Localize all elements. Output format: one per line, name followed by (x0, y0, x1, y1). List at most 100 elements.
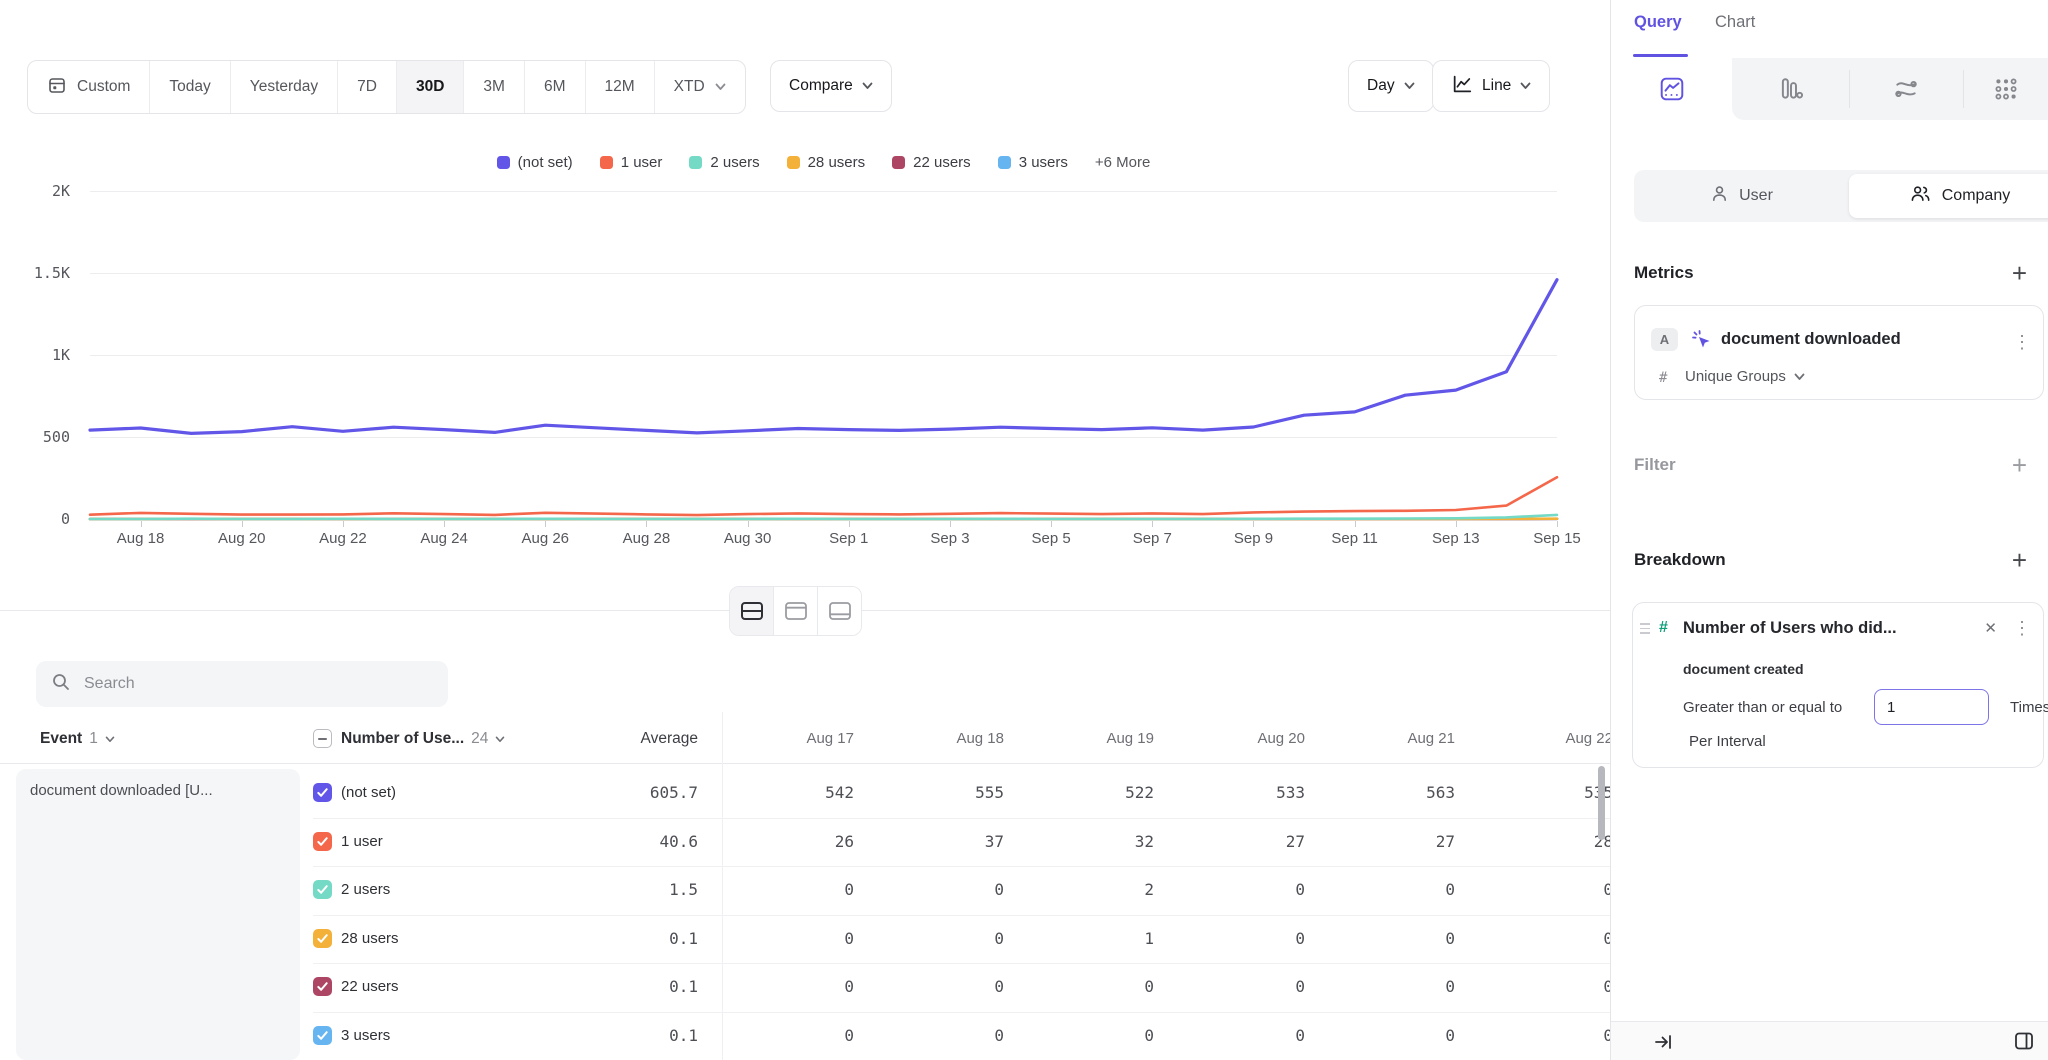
average-cell: 1.5 (558, 866, 698, 914)
value-cell: 0 (1014, 963, 1154, 1011)
table-row[interactable]: 1 user40.6263732272728 (0, 818, 1610, 866)
table-only-view-button[interactable] (817, 587, 861, 635)
y-tick-label: 1.5K (0, 263, 70, 283)
breakdown-value-input[interactable] (1874, 689, 1989, 725)
line-chart-type-button[interactable] (1611, 58, 1732, 120)
value-cell: 1 (1014, 915, 1154, 963)
average-cell: 0.1 (558, 915, 698, 963)
add-metric-button[interactable]: + (2012, 260, 2027, 286)
event-column-header[interactable]: Event 1 (40, 715, 115, 763)
range-button-xtd[interactable]: XTD (654, 61, 745, 113)
legend-item[interactable]: 1 user (600, 154, 663, 171)
x-tick-label: Sep 13 (1411, 530, 1501, 547)
range-button-12m[interactable]: 12M (585, 61, 654, 113)
legend-item[interactable]: 28 users (787, 154, 866, 171)
breakdown-card[interactable]: # Number of Users who did... ✕ ⋮ documen… (1632, 602, 2044, 768)
range-button-7d[interactable]: 7D (337, 61, 396, 113)
chart-only-view-button[interactable] (773, 587, 817, 635)
metrics-section-title: Metrics (1634, 263, 1694, 283)
legend-more-button[interactable]: +6 More (1095, 154, 1150, 171)
range-button-3m[interactable]: 3M (463, 61, 524, 113)
bar-chart-type-button[interactable] (1732, 58, 1849, 120)
value-cell: 26 (714, 818, 854, 866)
average-cell: 605.7 (558, 769, 698, 817)
value-cell: 32 (1014, 818, 1154, 866)
series-checkbox[interactable] (313, 1026, 332, 1045)
series-checkbox[interactable] (313, 880, 332, 899)
value-cell: 522 (1014, 769, 1154, 817)
select-all-checkbox[interactable] (313, 729, 332, 748)
value-cell: 0 (1473, 915, 1610, 963)
legend-label: 28 users (808, 154, 866, 171)
legend-item[interactable]: (not set) (497, 154, 573, 171)
series-checkbox[interactable] (313, 977, 332, 996)
aggregation-symbol: # (1659, 370, 1667, 386)
metric-menu-button[interactable]: ⋮ (2013, 332, 2031, 352)
legend-item[interactable]: 2 users (689, 154, 759, 171)
drag-handle-icon[interactable] (1640, 623, 1650, 634)
chart-type-button[interactable]: Line (1432, 60, 1550, 112)
table-row[interactable]: 3 users0.1000000 (0, 1012, 1610, 1060)
legend-swatch (787, 156, 800, 169)
flow-chart-type-button[interactable] (1849, 58, 1963, 120)
value-cell: 0 (1165, 1012, 1305, 1060)
table-row[interactable]: (not set)605.7542555522533563535 (0, 769, 1610, 817)
tab-query[interactable]: Query (1634, 13, 1682, 32)
date-column-header: Aug 21 (1315, 715, 1455, 763)
range-button-30d[interactable]: 30D (396, 61, 463, 113)
legend-label: 1 user (621, 154, 663, 171)
value-cell: 27 (1315, 818, 1455, 866)
range-button-yesterday[interactable]: Yesterday (230, 61, 337, 113)
side-panel-icon[interactable] (2013, 1030, 2035, 1057)
breakdown-menu-button[interactable]: ⋮ (2013, 618, 2031, 638)
date-column-header: Aug 18 (864, 715, 1004, 763)
value-cell: 27 (1165, 818, 1305, 866)
date-column-header: Aug 19 (1014, 715, 1154, 763)
x-tick-label: Sep 11 (1310, 530, 1400, 547)
metric-card[interactable]: A document downloaded ⋮ # Unique Groups (1634, 305, 2044, 400)
interval-button[interactable]: Day (1348, 60, 1434, 112)
value-cell: 542 (714, 769, 854, 817)
search-box (36, 661, 448, 707)
metric-event-name[interactable]: document downloaded (1721, 330, 1901, 349)
series-line (90, 477, 1557, 515)
matrix-chart-type-button[interactable] (1963, 58, 2048, 120)
group-column-header[interactable]: Number of Use... 24 (341, 715, 505, 763)
y-tick-label: 2K (0, 181, 70, 201)
breakdown-title: Number of Users who did... (1683, 619, 1897, 638)
table-row[interactable]: 2 users1.5002000 (0, 866, 1610, 914)
series-checkbox[interactable] (313, 783, 332, 802)
scope-company-label: Company (1942, 187, 2010, 205)
aggregation-label: Unique Groups (1685, 368, 1786, 385)
legend-item[interactable]: 22 users (892, 154, 971, 171)
compare-button[interactable]: Compare (770, 60, 892, 112)
range-button-custom[interactable]: Custom (28, 61, 149, 113)
scope-company-option[interactable]: Company (1849, 174, 2048, 218)
search-input[interactable] (82, 674, 433, 694)
line-chart[interactable] (90, 188, 1557, 522)
legend-swatch (497, 156, 510, 169)
breakdown-condition-label: Greater than or equal to (1683, 699, 1842, 716)
split-view-button[interactable] (730, 587, 773, 635)
table-row[interactable]: 28 users0.1001000 (0, 915, 1610, 963)
close-icon[interactable]: ✕ (1984, 619, 1997, 637)
panel-footer (1611, 1021, 2048, 1060)
add-filter-button[interactable]: + (2012, 452, 2027, 478)
value-cell: 0 (864, 963, 1004, 1011)
series-checkbox[interactable] (313, 929, 332, 948)
chevron-down-icon (862, 77, 873, 95)
main-content: CustomTodayYesterday7D30D3M6M12MXTD Comp… (0, 0, 1610, 1060)
aggregation-selector[interactable]: Unique Groups (1685, 368, 1805, 385)
range-button-today[interactable]: Today (149, 61, 229, 113)
range-button-6m[interactable]: 6M (524, 61, 585, 113)
table-row[interactable]: 22 users0.1000000 (0, 963, 1610, 1011)
breakdown-unit-label: Times (2010, 699, 2048, 716)
table-vertical-scrollbar[interactable] (1598, 766, 1605, 840)
scope-user-option[interactable]: User (1634, 170, 1849, 222)
tab-chart[interactable]: Chart (1715, 13, 1755, 32)
legend-item[interactable]: 3 users (998, 154, 1068, 171)
collapse-panel-icon[interactable] (1653, 1032, 1673, 1057)
x-tick-label: Sep 9 (1208, 530, 1298, 547)
add-breakdown-button[interactable]: + (2012, 547, 2027, 573)
series-checkbox[interactable] (313, 832, 332, 851)
